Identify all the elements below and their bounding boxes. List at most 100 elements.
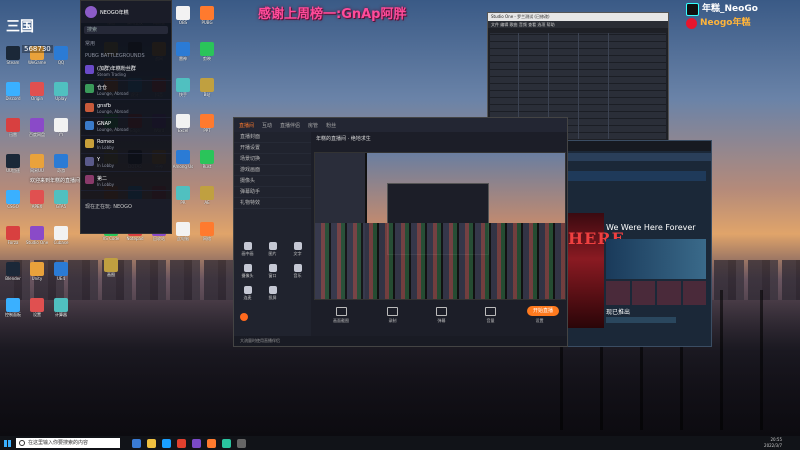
chat-username: NEOGO年糕 bbox=[100, 9, 129, 16]
chat-app-icon[interactable] bbox=[192, 438, 201, 448]
chat-input[interactable]: 现在正在玩: NEOGO bbox=[81, 199, 171, 233]
chat-search-input[interactable]: 搜索 bbox=[84, 26, 168, 34]
sidebar-row[interactable]: 游戏画面 bbox=[234, 165, 311, 176]
chat-friend-item[interactable]: 第二 In Lobby bbox=[81, 172, 171, 191]
game-title[interactable]: We Were Here Forever bbox=[606, 223, 696, 232]
chat-friend-item[interactable]: Romeo In Lobby bbox=[81, 136, 171, 154]
studio-titlebar[interactable]: Studio One - 罗兰测试 (已修改) bbox=[488, 13, 668, 21]
desktop-icon[interactable]: 剪映 bbox=[196, 40, 218, 72]
tool-button[interactable]: 窗口 bbox=[262, 264, 283, 282]
main-tabs[interactable]: 直播间 互动 直播伴侣 房管 粉丝 bbox=[234, 118, 567, 132]
desktop-icon[interactable]: YY bbox=[50, 116, 72, 148]
main-tab[interactable]: 房管 bbox=[308, 122, 318, 129]
desktop-icon-label: YY bbox=[58, 132, 64, 137]
system-tray-clock[interactable]: 20:55 2022/3/7 bbox=[764, 437, 782, 449]
steam-titlebar[interactable] bbox=[561, 141, 711, 151]
desktop-icon[interactable]: 此电脑 bbox=[172, 220, 194, 252]
stream-message: 欢迎来到年糕的直播间， bbox=[30, 178, 86, 184]
desktop-icon[interactable]: 百度网盘 bbox=[26, 116, 48, 148]
desktop-icon[interactable]: 迅雷 bbox=[2, 116, 24, 148]
chat-friend-item[interactable]: GNAP Lounge, Abroad bbox=[81, 118, 171, 136]
desktop-icon[interactable]: UU加速 bbox=[2, 152, 24, 184]
desktop-icon[interactable]: QQ bbox=[50, 44, 72, 76]
steam-nav[interactable] bbox=[561, 153, 711, 161]
main-tab[interactable]: 互动 bbox=[262, 122, 272, 129]
sidebar-row[interactable]: 开播设置 bbox=[234, 143, 311, 154]
settings-icon[interactable] bbox=[237, 438, 246, 448]
start-button[interactable] bbox=[0, 436, 14, 450]
desktop-icon[interactable]: Uplay bbox=[50, 80, 72, 112]
desktop-icon[interactable]: AE bbox=[196, 184, 218, 216]
desktop-icon[interactable]: UE4 bbox=[50, 260, 72, 292]
desktop-icon[interactable]: 控制面板 bbox=[2, 296, 24, 328]
steam-store-window[interactable]: HERE We Were Here Forever 现已推出 bbox=[560, 140, 712, 347]
chat-friend-item[interactable]: (加群)年糕粉丝群 Steam Trading bbox=[81, 62, 171, 81]
desktop-icon[interactable]: 设置 bbox=[26, 296, 48, 328]
desktop-icon[interactable]: CSGO bbox=[2, 188, 24, 220]
chat-friend-item[interactable]: 仓仓 Lounge, Abroad bbox=[81, 81, 171, 100]
main-tab[interactable]: 直播间 bbox=[239, 122, 254, 129]
desktop-icon[interactable]: Rust bbox=[196, 148, 218, 180]
sidebar-row[interactable]: 直播封面 bbox=[234, 132, 311, 143]
desktop-icon[interactable]: GTA5 bbox=[50, 188, 72, 220]
sidebar-row[interactable]: 摄像头 bbox=[234, 176, 311, 187]
bottom-tool-button[interactable]: 弹幕 bbox=[436, 306, 447, 324]
chrome-icon[interactable] bbox=[177, 438, 186, 448]
chat-header[interactable]: NEOGO年糕 bbox=[81, 1, 171, 23]
bottom-tool-button[interactable]: 画面截图 bbox=[333, 306, 349, 324]
bottom-tool-button[interactable]: 录制 bbox=[387, 306, 398, 324]
desktop-icon[interactable]: 画图 bbox=[100, 256, 122, 288]
desktop-icon[interactable]: 雷神 bbox=[172, 40, 194, 72]
desktop-icon[interactable]: B站 bbox=[196, 76, 218, 108]
desktop-icon[interactable]: OBS bbox=[172, 4, 194, 36]
desktop-icon[interactable]: Steam bbox=[2, 44, 24, 76]
stream-preview[interactable] bbox=[314, 152, 566, 300]
studio-menubar[interactable]: 文件 编辑 歌曲 音频 查看 选项 帮助 bbox=[488, 21, 668, 28]
sidebar-row[interactable]: 弹幕助手 bbox=[234, 187, 311, 198]
desktop-icon[interactable]: APEX bbox=[26, 188, 48, 220]
desktop-icon[interactable]: Excel bbox=[172, 112, 194, 144]
tool-button[interactable]: 投屏 bbox=[262, 286, 283, 304]
game-thumbnails[interactable] bbox=[606, 281, 706, 305]
desktop-icon[interactable]: Origin bbox=[26, 80, 48, 112]
avatar[interactable] bbox=[85, 6, 97, 18]
desktop-icon[interactable]: PPT bbox=[196, 112, 218, 144]
desktop-icon[interactable]: PR bbox=[172, 184, 194, 216]
sidebar-row[interactable]: 礼物特效 bbox=[234, 198, 311, 209]
stream-app-icon[interactable] bbox=[207, 438, 216, 448]
friends-chat-panel[interactable]: NEOGO年糕 搜索 常用 PUBG BATTLEGROUNDS (加群)年糕粉… bbox=[80, 0, 172, 234]
desktop-icon[interactable]: PUBG bbox=[196, 4, 218, 36]
desktop-icon[interactable]: Among Us bbox=[172, 148, 194, 180]
tool-button[interactable]: 画中画 bbox=[237, 242, 258, 260]
desktop-icon[interactable]: Cubase bbox=[50, 224, 72, 256]
tool-button[interactable]: 连麦 bbox=[237, 286, 258, 304]
start-live-button[interactable]: 开始直播 bbox=[527, 306, 559, 316]
tool-button[interactable]: 摄像头 bbox=[237, 264, 258, 282]
desktop-icon[interactable]: Unity bbox=[26, 260, 48, 292]
chat-friend-item[interactable]: Y In Lobby bbox=[81, 154, 171, 172]
tool-button[interactable]: 文字 bbox=[287, 242, 308, 260]
steam-icon[interactable] bbox=[162, 438, 171, 448]
desktop-icon[interactable]: 网络 bbox=[196, 220, 218, 252]
taskbar-search-input[interactable]: 在这里输入你要搜索的内容 bbox=[16, 438, 120, 448]
sidebar-row[interactable]: 场景切换 bbox=[234, 154, 311, 165]
main-tab[interactable]: 直播伴侣 bbox=[280, 122, 300, 129]
bottom-tool-button[interactable]: 音量 bbox=[485, 306, 496, 324]
tool-button[interactable]: 图片 bbox=[262, 242, 283, 260]
main-bottom-toolbar[interactable]: 画面截图 录制 弹幕 音量 设置 bbox=[314, 300, 564, 330]
steam-search-bar[interactable] bbox=[566, 171, 706, 181]
desktop-icon[interactable]: Blender bbox=[2, 260, 24, 292]
desktop-icon[interactable]: 快手 bbox=[172, 76, 194, 108]
desktop-icon[interactable]: 计算器 bbox=[50, 296, 72, 328]
studio-icon[interactable] bbox=[222, 438, 231, 448]
desktop-icon[interactable]: Forza bbox=[2, 224, 24, 256]
streaming-software-window[interactable]: 直播间 互动 直播伴侣 房管 粉丝 直播封面 开播设置 场景切换 游戏画面 摄像头 弹幕助手 礼物特… bbox=[233, 117, 568, 347]
game-screenshot[interactable] bbox=[606, 239, 706, 279]
main-tab[interactable]: 粉丝 bbox=[326, 122, 336, 129]
tool-button[interactable]: 音乐 bbox=[287, 264, 308, 282]
chat-friend-item[interactable]: gnsfb Lounge, Abroad bbox=[81, 100, 171, 118]
desktop-icon[interactable]: Discord bbox=[2, 80, 24, 112]
desktop-icon[interactable]: Studio One bbox=[26, 224, 48, 256]
taskview-icon[interactable] bbox=[132, 438, 141, 448]
explorer-icon[interactable] bbox=[147, 438, 156, 448]
